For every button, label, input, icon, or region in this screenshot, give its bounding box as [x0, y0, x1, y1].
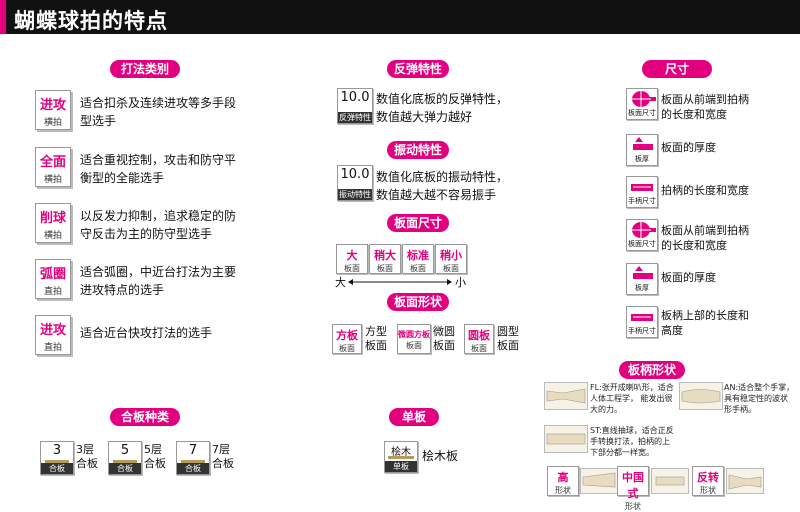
dimension-desc: 板面从前端到拍柄 的长度和宽度 — [661, 93, 749, 121]
handle-shape-tag: 高形状 — [547, 466, 579, 496]
handle-size-icon: 手柄尺寸 — [626, 306, 658, 338]
single-ply-label: 桧木板 — [422, 449, 459, 463]
dimension-desc: 板面的厚度 — [661, 271, 716, 284]
rebound-desc: 数值化底板的反弹特性， 数值越大弹力越好 — [376, 92, 509, 124]
section-title-dimensions: 尺寸 — [642, 60, 712, 78]
ply-badge-5: 5 合板 — [108, 441, 142, 475]
section-title-handle-shape: 板柄形状 — [619, 361, 685, 379]
play-style-tag: 弧圈 直拍 — [35, 259, 71, 299]
fl-handle-desc: FL:张开成喇叭形，适合 人体工程学， 能发出很 大的力。 — [590, 383, 674, 414]
ply-label: 3层 合板 — [76, 443, 98, 470]
st-handle-icon — [544, 425, 588, 453]
play-style-tag: 进攻 横拍 — [35, 90, 71, 130]
handle-size-icon: 手柄尺寸 — [626, 176, 658, 208]
blade-size-tag: 大板面 — [336, 244, 368, 274]
section-title-rebound: 反弹特性 — [387, 60, 449, 78]
page-header: 蝴蝶球拍的特点 — [0, 0, 800, 34]
play-style-desc: 适合重视控制，攻击和防守平 衡型的全能选手 — [80, 153, 237, 185]
play-style-tag: 进攻 直拍 — [35, 315, 71, 355]
play-style-desc: 适合近台快攻打法的选手 — [80, 326, 213, 340]
rebound-badge: 10.0 反弹特性 — [337, 88, 373, 124]
section-title-vibration: 振动特性 — [387, 141, 449, 159]
ply-badge-3: 3 合板 — [40, 441, 74, 475]
blade-shape-tag: 圆板 板面 — [464, 324, 494, 354]
high-handle-icon — [580, 468, 618, 494]
st-handle-desc: ST:直线抽球，适合正反 手转换打法，拍柄的上 下部分都一样宽。 — [590, 426, 674, 457]
vibration-badge: 10.0 振动特性 — [337, 165, 373, 201]
section-title-single: 单板 — [389, 408, 439, 426]
size-scale-arrow-icon — [348, 279, 452, 285]
play-style-tag: 全面 横拍 — [35, 147, 71, 187]
reverse-handle-icon — [726, 468, 764, 494]
size-big-label: 大 — [335, 276, 346, 289]
section-title-blade-shape: 板面形状 — [387, 293, 449, 311]
blade-size-tag: 稍大 板面 — [369, 244, 401, 274]
dimension-desc: 板面从前端到拍柄 的长度和宽度 — [661, 224, 749, 252]
fl-handle-icon — [544, 382, 588, 410]
dimension-desc: 板柄上部的长度和 高度 — [661, 309, 749, 337]
header-accent-bar — [0, 0, 6, 34]
blade-size-dim-icon: 板面尺寸 — [626, 219, 658, 251]
blade-shape-label: 方型 板面 — [365, 325, 387, 352]
play-style-tag: 削球 横拍 — [35, 203, 71, 243]
play-style-desc: 以反发力抑制，追求稳定的防 守反击为主的防守型选手 — [80, 209, 237, 241]
blade-shape-label: 微圆 板面 — [433, 325, 455, 352]
blade-thickness-icon: 板厚 — [626, 134, 658, 166]
blade-size-tag: 标准 板面 — [402, 244, 434, 274]
an-handle-desc: AN:适合整个手掌， 具有稳定性的波状 形手柄。 — [724, 383, 795, 414]
ply-label: 7层 合板 — [212, 443, 234, 470]
size-small-label: 小 — [455, 276, 466, 289]
section-title-play-style: 打法类别 — [110, 60, 180, 78]
handle-shape-tag: 中国式 形状 — [617, 466, 649, 511]
blade-shape-label: 圆型 板面 — [497, 325, 519, 352]
vibration-desc: 数值化底板的振动特性， 数值越大越不容易振手 — [376, 170, 509, 202]
section-title-plies: 合板种类 — [110, 408, 180, 426]
blade-size-tag: 稍小 板面 — [435, 244, 467, 274]
ply-badge-7: 7 合板 — [176, 441, 210, 475]
ply-label: 5层 合板 — [144, 443, 166, 470]
handle-shape-tag: 反转 形状 — [692, 466, 724, 496]
dimension-desc: 拍柄的长度和宽度 — [661, 184, 749, 197]
single-ply-badge: 桧木 单板 — [384, 441, 418, 473]
an-handle-icon — [679, 382, 723, 410]
page-title: 蝴蝶球拍的特点 — [14, 9, 168, 33]
chinese-handle-icon — [651, 468, 689, 494]
blade-thickness-icon: 板厚 — [626, 263, 658, 295]
dimension-desc: 板面的厚度 — [661, 141, 716, 154]
play-style-desc: 适合扣杀及连续进攻等多手段 型选手 — [80, 96, 237, 128]
blade-size-dim-icon: 板面尺寸 — [626, 88, 658, 120]
blade-shape-tag: 方板 板面 — [332, 324, 362, 354]
blade-shape-tag: 微圆方板 板面 — [397, 324, 431, 354]
section-title-blade-size: 板面尺寸 — [387, 214, 449, 232]
play-style-desc: 适合弧圈，中近台打法为主要 进攻特点的选手 — [80, 265, 237, 297]
